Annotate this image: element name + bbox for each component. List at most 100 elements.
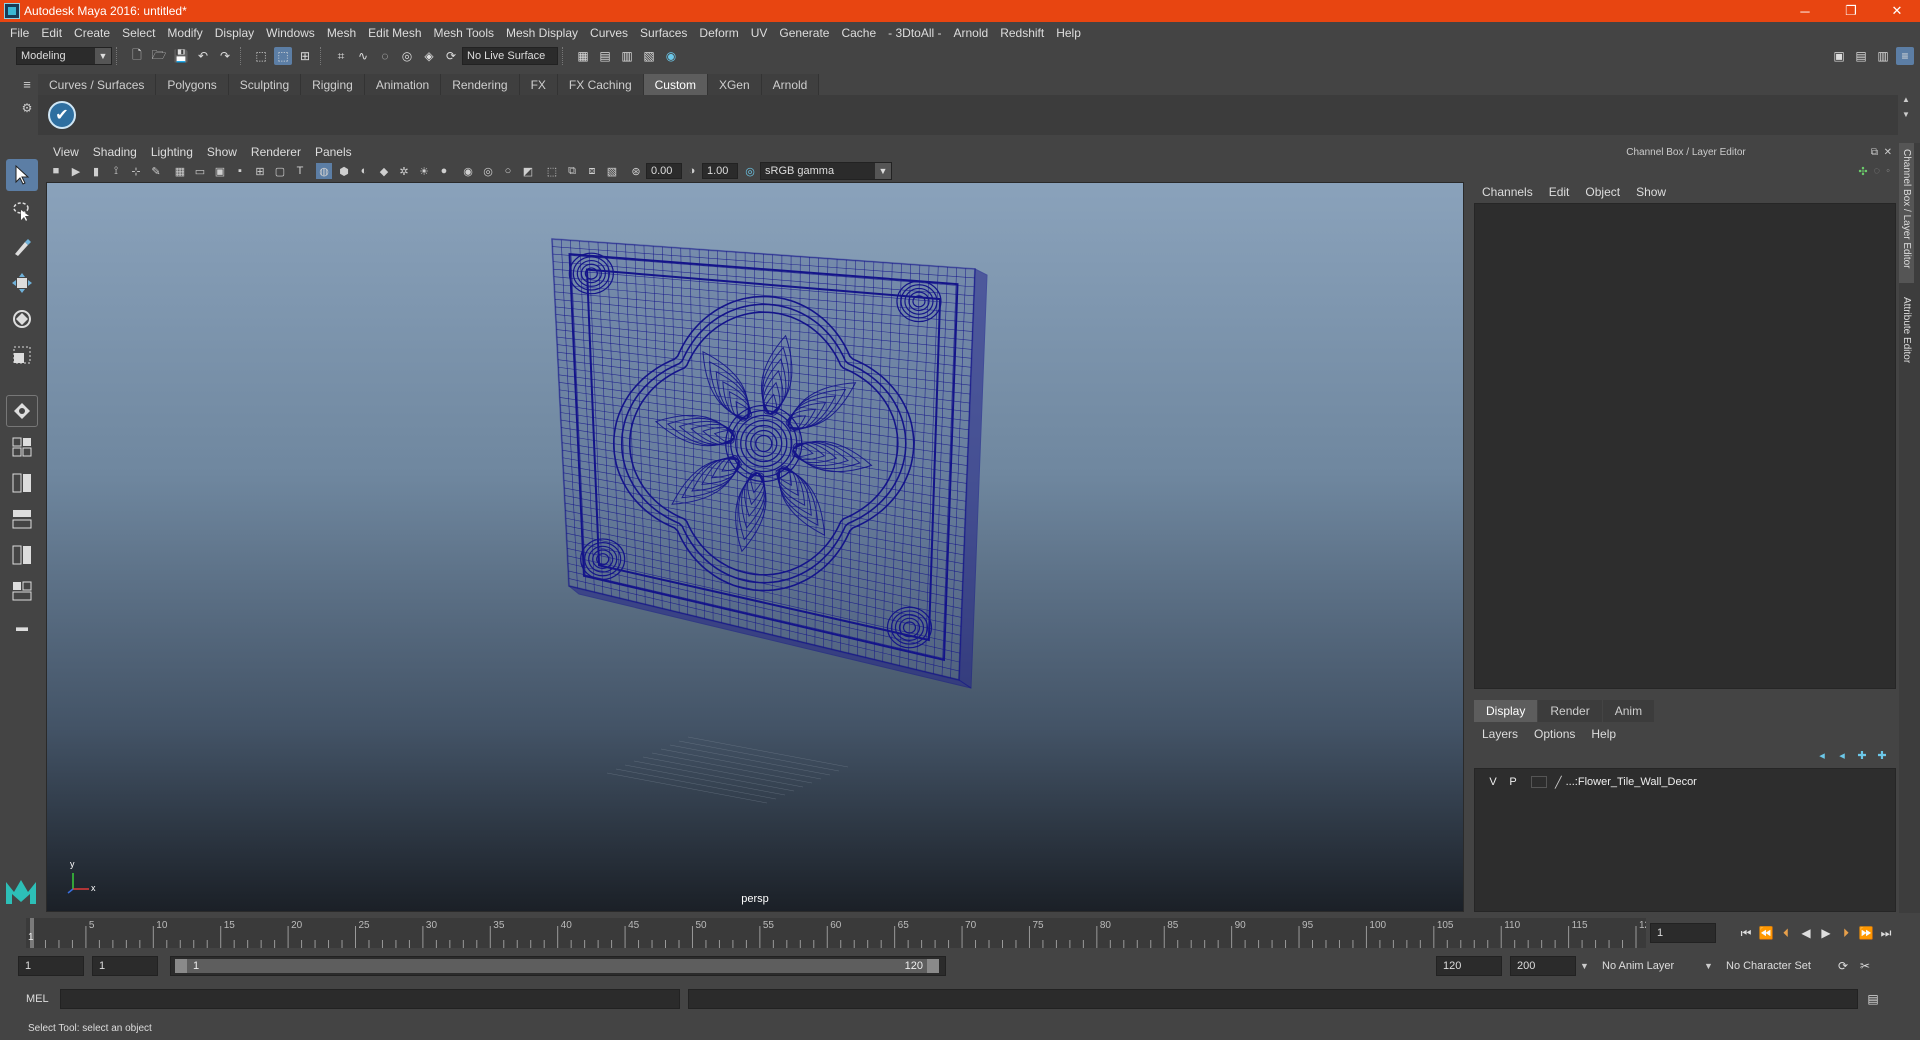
smooth-shade-icon[interactable]: ⬢ <box>336 163 352 179</box>
color-management-icon[interactable]: ◎ <box>742 163 758 179</box>
layer-playback-toggle[interactable]: P <box>1503 776 1523 788</box>
command-language-label[interactable]: MEL <box>0 993 60 1005</box>
menu-redshift[interactable]: Redshift <box>994 26 1050 40</box>
close-button[interactable]: ✕ <box>1874 0 1920 22</box>
show-manipulator-tool-icon[interactable] <box>6 395 38 427</box>
save-scene-icon[interactable]: 💾 <box>172 47 190 65</box>
float-panel-icon[interactable]: ⧉ <box>1871 147 1878 158</box>
layer-color-swatch[interactable] <box>1531 776 1547 788</box>
two-panel-layout-icon[interactable] <box>6 467 38 499</box>
flower-tile-wireframe[interactable] <box>47 183 1464 912</box>
side-tab-attribute-editor[interactable]: Attribute Editor <box>1899 291 1914 391</box>
motion-blur-icon[interactable]: ◉ <box>460 163 476 179</box>
move-layer-down-icon[interactable]: ◂ <box>1834 747 1850 763</box>
menu-set-dropdown[interactable]: Modeling ▼ <box>16 47 112 65</box>
undo-icon[interactable]: ↶ <box>194 47 212 65</box>
gamma-icon[interactable]: ◑ <box>684 163 700 179</box>
move-layer-up-icon[interactable]: ◂ <box>1814 747 1830 763</box>
snap-surface-icon[interactable]: ◈ <box>420 47 438 65</box>
channel-box-menu-channels[interactable]: Channels <box>1474 185 1541 199</box>
toggle-panels-icon[interactable]: ▤ <box>1852 47 1870 65</box>
viewport-menu-renderer[interactable]: Renderer <box>244 145 308 159</box>
layer-name[interactable]: ...:Flower_Tile_Wall_Decor <box>1566 776 1697 788</box>
make-live-icon[interactable]: ⟳ <box>442 47 460 65</box>
safe-title-icon[interactable]: T <box>292 163 308 179</box>
menu-curves[interactable]: Curves <box>584 26 634 40</box>
channel-box-menu-object[interactable]: Object <box>1577 185 1628 199</box>
hypershade-layout-icon[interactable] <box>6 575 38 607</box>
xray-icon[interactable]: ⬚ <box>544 163 560 179</box>
snap-curve-icon[interactable]: ∿ <box>354 47 372 65</box>
render-view-icon[interactable]: ▦ <box>574 47 592 65</box>
go-to-start-icon[interactable]: ⏮ <box>1736 923 1756 943</box>
layer-tab-display[interactable]: Display <box>1474 700 1538 722</box>
shelf-tab-polygons[interactable]: Polygons <box>156 74 229 95</box>
menu-uv[interactable]: UV <box>745 26 774 40</box>
shelf-tab-curves-surfaces[interactable]: Curves / Surfaces <box>38 74 157 95</box>
minimize-button[interactable]: ─ <box>1782 0 1828 22</box>
scale-tool-icon[interactable] <box>6 339 38 371</box>
menu-deform[interactable]: Deform <box>693 26 744 40</box>
shelf-tab-sculpting[interactable]: Sculpting <box>228 74 302 95</box>
gate-mask-icon[interactable]: ▪ <box>232 163 248 179</box>
menu-windows[interactable]: Windows <box>260 26 321 40</box>
shelf-tab-rendering[interactable]: Rendering <box>441 74 520 95</box>
select-object-icon[interactable]: ⬚ <box>274 47 292 65</box>
menu-file[interactable]: File <box>4 26 35 40</box>
animation-start-input[interactable] <box>18 956 84 976</box>
outliner-icon[interactable]: ▥ <box>1874 47 1892 65</box>
viewport-menu-show[interactable]: Show <box>200 145 244 159</box>
channel-box-attributes[interactable] <box>1474 203 1896 689</box>
camera-icon[interactable]: ■ <box>48 163 64 179</box>
anim-layer-dropdown[interactable]: No Anim Layer <box>1596 956 1704 976</box>
channel-box-toggle-icon[interactable]: ≡ <box>1896 47 1914 65</box>
channel-box-menu-edit[interactable]: Edit <box>1541 185 1578 199</box>
render-frame-icon[interactable]: ▤ <box>596 47 614 65</box>
snap-point-icon[interactable]: ◌ <box>376 47 394 65</box>
manipulator-mode-icon[interactable]: ✣ <box>1858 165 1867 178</box>
shelf-tab-fx-caching[interactable]: FX Caching <box>557 74 644 95</box>
playback-end-input[interactable] <box>1436 956 1502 976</box>
render-settings-icon[interactable]: ▧ <box>640 47 658 65</box>
layer-menu-help[interactable]: Help <box>1583 727 1624 741</box>
2d-pan-zoom-icon[interactable]: ⊹ <box>128 163 144 179</box>
menu-display[interactable]: Display <box>209 26 260 40</box>
shadows-icon[interactable]: ☀ <box>416 163 432 179</box>
outliner-layout-icon[interactable] <box>6 503 38 535</box>
shelf-tab-fx[interactable]: FX <box>519 74 558 95</box>
viewport-menu-shading[interactable]: Shading <box>86 145 144 159</box>
wireframe-icon[interactable]: ◍ <box>316 163 332 179</box>
menu-arnold[interactable]: Arnold <box>948 26 995 40</box>
shelf-tab-xgen[interactable]: XGen <box>707 74 762 95</box>
view-transform-dropdown[interactable]: sRGB gamma ▼ <box>760 162 892 180</box>
shelf-scrollbar[interactable]: ▲ ▼ <box>1896 95 1916 135</box>
go-to-end-icon[interactable]: ⏭ <box>1876 923 1896 943</box>
camera-attributes-icon[interactable]: ▶ <box>68 163 84 179</box>
hyperbolic-mode-icon[interactable]: ◦ <box>1886 165 1890 177</box>
current-frame-input[interactable] <box>1650 923 1716 943</box>
viewport-menu-view[interactable]: View <box>46 145 86 159</box>
lasso-tool-icon[interactable] <box>6 195 38 227</box>
workspace-icon[interactable]: ▣ <box>1830 47 1848 65</box>
step-back-key-icon[interactable]: ⏪ <box>1756 923 1776 943</box>
grid-icon[interactable]: ▦ <box>172 163 188 179</box>
ipr-render-icon[interactable]: ▥ <box>618 47 636 65</box>
command-input[interactable] <box>60 989 680 1009</box>
step-forward-frame-icon[interactable]: ⏵ <box>1836 923 1856 943</box>
film-gate-icon[interactable]: ▭ <box>192 163 208 179</box>
safe-action-icon[interactable]: ▢ <box>272 163 288 179</box>
shelf-menu-icon[interactable]: ≡ <box>14 72 40 96</box>
open-scene-icon[interactable]: 🗁 <box>150 47 168 65</box>
backface-culling-icon[interactable]: ▧ <box>604 163 620 179</box>
chevron-down-icon[interactable]: ▼ <box>1580 961 1594 971</box>
maximize-button[interactable]: ❐ <box>1828 0 1874 22</box>
graph-editor-layout-icon[interactable] <box>6 539 38 571</box>
step-forward-key-icon[interactable]: ⏩ <box>1856 923 1876 943</box>
move-tool-icon[interactable] <box>6 267 38 299</box>
menu-cache[interactable]: Cache <box>835 26 882 40</box>
menu-generate[interactable]: Generate <box>773 26 835 40</box>
animation-end-input[interactable] <box>1510 956 1576 976</box>
chevron-down-icon[interactable]: ▼ <box>1704 961 1718 971</box>
use-all-lights-icon[interactable]: ✲ <box>396 163 412 179</box>
multisample-aa-icon[interactable]: ◎ <box>480 163 496 179</box>
